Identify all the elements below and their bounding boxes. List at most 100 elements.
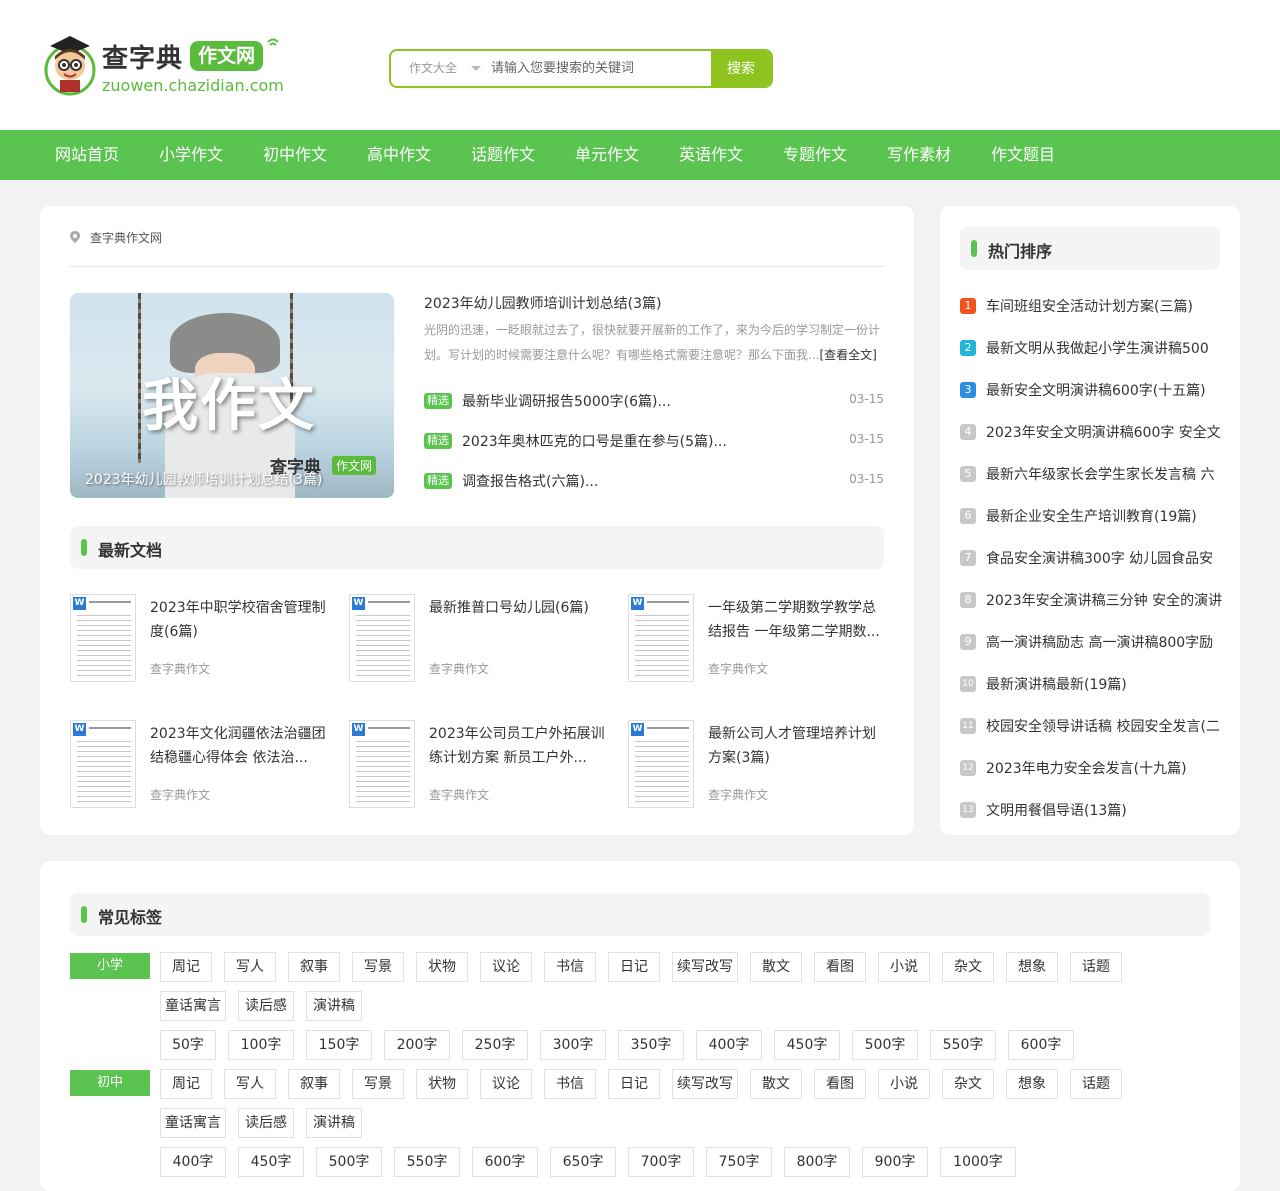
tag-word-count[interactable]: 150字 bbox=[306, 1030, 372, 1060]
tag-type[interactable]: 散文 bbox=[750, 1069, 802, 1099]
ranking-item[interactable]: 13 文明用餐倡导语(13篇) bbox=[960, 800, 1222, 820]
tag-type[interactable]: 读后感 bbox=[238, 1108, 294, 1138]
pick-title[interactable]: 2023年奥林匹克的口号是重在参与(5篇)... bbox=[462, 431, 727, 451]
ranking-item[interactable]: 9 高一演讲稿励志 高一演讲稿800字励 bbox=[960, 632, 1222, 652]
doc-title[interactable]: 最新公司人才管理培养计划方案(3篇) bbox=[708, 722, 886, 770]
ranking-item[interactable]: 7 食品安全演讲稿300字 幼儿园食品安 bbox=[960, 548, 1222, 568]
tag-type[interactable]: 叙事 bbox=[288, 1069, 340, 1099]
tag-type[interactable]: 童话寓言 bbox=[160, 991, 226, 1021]
site-logo[interactable]: 查字典 作文网 zuowen.chazidian.com bbox=[42, 30, 284, 100]
tag-type[interactable]: 叙事 bbox=[288, 952, 340, 982]
doc-title[interactable]: 2023年中职学校宿舍管理制度(6篇) bbox=[150, 596, 328, 644]
tag-type[interactable]: 写人 bbox=[224, 952, 276, 982]
tag-word-count[interactable]: 400字 bbox=[696, 1030, 762, 1060]
doc-thumbnail[interactable]: W bbox=[349, 594, 415, 682]
tag-word-count[interactable]: 200字 bbox=[384, 1030, 450, 1060]
doc-card[interactable]: W 2023年文化润疆依法治疆团结稳疆心得体会 依法治... 查字典作文 bbox=[70, 720, 330, 810]
nav-item-senior[interactable]: 高中作文 bbox=[367, 130, 431, 180]
tag-type[interactable]: 写人 bbox=[224, 1069, 276, 1099]
doc-card[interactable]: W 最新推普口号幼儿园(6篇) 查字典作文 bbox=[349, 594, 609, 684]
list-item[interactable]: 精选 2023年奥林匹克的口号是重在参与(5篇)... 03-15 bbox=[424, 431, 884, 451]
ranking-item[interactable]: 3 最新安全文明演讲稿600字(十五篇) bbox=[960, 380, 1222, 400]
doc-card[interactable]: W 一年级第二学期数学教学总结报告 一年级第二学期数... 查字典作文 bbox=[628, 594, 888, 684]
rank-title[interactable]: 最新演讲稿最新(19篇) bbox=[986, 674, 1222, 694]
tag-word-count[interactable]: 450字 bbox=[238, 1147, 304, 1177]
nav-item-special[interactable]: 专题作文 bbox=[783, 130, 847, 180]
nav-item-english[interactable]: 英语作文 bbox=[679, 130, 743, 180]
tag-type[interactable]: 话题 bbox=[1070, 952, 1122, 982]
doc-title[interactable]: 2023年公司员工户外拓展训练计划方案 新员工户外... bbox=[429, 722, 607, 770]
tag-type[interactable]: 议论 bbox=[480, 1069, 532, 1099]
tag-type[interactable]: 续写改写 bbox=[672, 952, 738, 982]
doc-title[interactable]: 2023年文化润疆依法治疆团结稳疆心得体会 依法治... bbox=[150, 722, 328, 770]
tag-type[interactable]: 日记 bbox=[608, 952, 660, 982]
tag-type[interactable]: 小说 bbox=[878, 952, 930, 982]
tag-word-count[interactable]: 350字 bbox=[618, 1030, 684, 1060]
tag-word-count[interactable]: 550字 bbox=[394, 1147, 460, 1177]
tag-type[interactable]: 童话寓言 bbox=[160, 1108, 226, 1138]
tag-type[interactable]: 散文 bbox=[750, 952, 802, 982]
tag-word-count[interactable]: 900字 bbox=[862, 1147, 928, 1177]
ranking-item[interactable]: 2 最新文明从我做起小学生演讲稿500 bbox=[960, 338, 1222, 358]
ranking-item[interactable]: 1 车间班组安全活动计划方案(三篇) bbox=[960, 296, 1222, 316]
doc-thumbnail[interactable]: W bbox=[628, 594, 694, 682]
rank-title[interactable]: 食品安全演讲稿300字 幼儿园食品安 bbox=[986, 548, 1222, 568]
tag-type[interactable]: 演讲稿 bbox=[306, 991, 362, 1021]
tag-type[interactable]: 看图 bbox=[814, 1069, 866, 1099]
tag-type[interactable]: 续写改写 bbox=[672, 1069, 738, 1099]
rank-title[interactable]: 2023年安全演讲稿三分钟 安全的演讲 bbox=[986, 590, 1222, 610]
rank-title[interactable]: 最新安全文明演讲稿600字(十五篇) bbox=[986, 380, 1222, 400]
tag-word-count[interactable]: 800字 bbox=[784, 1147, 850, 1177]
doc-card[interactable]: W 最新公司人才管理培养计划方案(3篇) 查字典作文 bbox=[628, 720, 888, 810]
tag-word-count[interactable]: 250字 bbox=[462, 1030, 528, 1060]
tag-word-count[interactable]: 600字 bbox=[472, 1147, 538, 1177]
level-label[interactable]: 初中 bbox=[70, 1070, 150, 1096]
ranking-item[interactable]: 12 2023年电力安全会发言(十九篇) bbox=[960, 758, 1222, 778]
tag-type[interactable]: 看图 bbox=[814, 952, 866, 982]
tag-type[interactable]: 书信 bbox=[544, 952, 596, 982]
level-label[interactable]: 小学 bbox=[70, 953, 150, 979]
ranking-item[interactable]: 6 最新企业安全生产培训教育(19篇) bbox=[960, 506, 1222, 526]
doc-card[interactable]: W 2023年中职学校宿舍管理制度(6篇) 查字典作文 bbox=[70, 594, 330, 684]
ranking-item[interactable]: 8 2023年安全演讲稿三分钟 安全的演讲 bbox=[960, 590, 1222, 610]
tag-type[interactable]: 话题 bbox=[1070, 1069, 1122, 1099]
tag-word-count[interactable]: 600字 bbox=[1008, 1030, 1074, 1060]
tag-type[interactable]: 议论 bbox=[480, 952, 532, 982]
nav-item-topic[interactable]: 话题作文 bbox=[471, 130, 535, 180]
rank-title[interactable]: 最新六年级家长会学生家长发言稿 六 bbox=[986, 464, 1222, 484]
doc-thumbnail[interactable]: W bbox=[349, 720, 415, 808]
tag-word-count[interactable]: 650字 bbox=[550, 1147, 616, 1177]
tag-word-count[interactable]: 700字 bbox=[628, 1147, 694, 1177]
feature-title[interactable]: 2023年幼儿园教师培训计划总结(3篇) bbox=[424, 293, 661, 313]
tag-type[interactable]: 杂文 bbox=[942, 1069, 994, 1099]
tag-type[interactable]: 演讲稿 bbox=[306, 1108, 362, 1138]
breadcrumb[interactable]: 查字典作文网 bbox=[90, 229, 162, 246]
ranking-item[interactable]: 10 最新演讲稿最新(19篇) bbox=[960, 674, 1222, 694]
tag-type[interactable]: 读后感 bbox=[238, 991, 294, 1021]
rank-title[interactable]: 高一演讲稿励志 高一演讲稿800字励 bbox=[986, 632, 1222, 652]
tag-word-count[interactable]: 500字 bbox=[852, 1030, 918, 1060]
nav-item-home[interactable]: 网站首页 bbox=[55, 130, 119, 180]
doc-title[interactable]: 一年级第二学期数学教学总结报告 一年级第二学期数... bbox=[708, 596, 886, 644]
doc-card[interactable]: W 2023年公司员工户外拓展训练计划方案 新员工户外... 查字典作文 bbox=[349, 720, 609, 810]
rank-title[interactable]: 校园安全领导讲话稿 校园安全发言(二 bbox=[986, 716, 1222, 736]
pick-title[interactable]: 最新毕业调研报告5000字(6篇)... bbox=[462, 391, 671, 411]
tag-type[interactable]: 状物 bbox=[416, 952, 468, 982]
feature-image[interactable]: 我作文 查字典 作文网 2023年幼儿园教师培训计划总结(3篇) bbox=[70, 293, 394, 498]
doc-thumbnail[interactable]: W bbox=[70, 720, 136, 808]
tag-word-count[interactable]: 450字 bbox=[774, 1030, 840, 1060]
nav-item-material[interactable]: 写作素材 bbox=[887, 130, 951, 180]
tag-word-count[interactable]: 500字 bbox=[316, 1147, 382, 1177]
nav-item-primary[interactable]: 小学作文 bbox=[159, 130, 223, 180]
doc-thumbnail[interactable]: W bbox=[70, 594, 136, 682]
tag-type[interactable]: 日记 bbox=[608, 1069, 660, 1099]
tag-type[interactable]: 周记 bbox=[160, 952, 212, 982]
ranking-item[interactable]: 5 最新六年级家长会学生家长发言稿 六 bbox=[960, 464, 1222, 484]
search-input[interactable] bbox=[491, 51, 709, 86]
ranking-item[interactable]: 4 2023年安全文明演讲稿600字 安全文 bbox=[960, 422, 1222, 442]
list-item[interactable]: 精选 最新毕业调研报告5000字(6篇)... 03-15 bbox=[424, 391, 884, 411]
nav-item-unit[interactable]: 单元作文 bbox=[575, 130, 639, 180]
search-button[interactable]: 搜索 bbox=[711, 51, 771, 86]
ranking-item[interactable]: 11 校园安全领导讲话稿 校园安全发言(二 bbox=[960, 716, 1222, 736]
search-category-select[interactable]: 作文大全 bbox=[409, 51, 457, 86]
